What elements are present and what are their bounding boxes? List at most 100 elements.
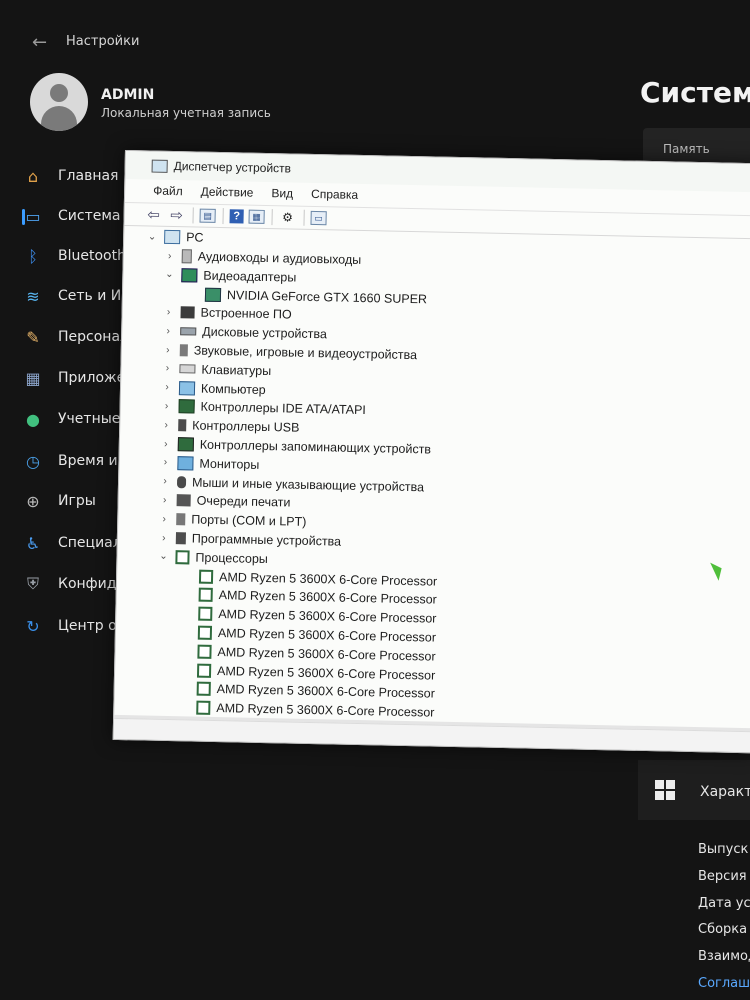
user-name: ADMIN	[101, 87, 155, 103]
tree-category[interactable]: ⌄ Процессоры	[157, 548, 268, 568]
chevron-right-icon[interactable]: ›	[162, 307, 174, 318]
disk-device-icon	[180, 327, 197, 336]
home-icon: ⌂	[27, 166, 39, 186]
tree-item-label: Мониторы	[199, 456, 260, 472]
gamepad-icon: ⊕	[26, 491, 40, 511]
chevron-right-icon[interactable]: ›	[158, 532, 170, 543]
window-title: Диспетчер устройств	[173, 159, 292, 176]
chevron-right-icon[interactable]: ›	[162, 326, 174, 337]
spec-experience-label: Взаимод	[698, 949, 750, 964]
tree-root-label: PC	[186, 230, 204, 245]
tree-category[interactable]: › Встроенное ПО	[162, 303, 292, 324]
chevron-right-icon[interactable]: ›	[161, 401, 173, 412]
clock-globe-icon: ◷	[26, 451, 40, 471]
tree-category[interactable]: › Порты (COM и LPT)	[158, 510, 306, 531]
tree-item-label: AMD Ryzen 5 3600X 6-Core Processor	[217, 626, 437, 645]
video-device-icon	[181, 268, 198, 283]
settings-title: Настройки	[66, 34, 140, 49]
chevron-right-icon[interactable]: ›	[164, 250, 176, 261]
help-icon[interactable]: ?	[229, 209, 244, 224]
tree-category[interactable]: › Контроллеры USB	[160, 416, 300, 437]
memory-card-label: Память	[663, 142, 710, 156]
chip-device-icon	[180, 306, 195, 319]
chevron-right-icon[interactable]: ›	[159, 495, 171, 506]
soft-device-icon	[175, 532, 187, 545]
wifi-icon: ≋	[26, 286, 40, 306]
tree-item-label: Контроллеры запоминающих устройств	[199, 437, 432, 457]
tree-item-label: Контроллеры USB	[192, 418, 300, 435]
scan-hardware-icon[interactable]: ⚙	[278, 208, 296, 226]
tree-item-label: AMD Ryzen 5 3600X 6-Core Processor	[216, 663, 436, 683]
forward-arrow-icon[interactable]: ⇨	[167, 206, 185, 224]
agreement-link[interactable]: Соглаш	[698, 976, 750, 991]
spec-version-label: Версия	[698, 869, 747, 884]
chevron-right-icon[interactable]: ›	[159, 476, 171, 487]
tree-category[interactable]: › Компьютер	[161, 378, 266, 398]
shield-icon: ⛨	[26, 574, 39, 593]
menu-action[interactable]: Действие	[200, 181, 254, 204]
menu-view[interactable]: Вид	[271, 182, 293, 204]
chevron-right-icon[interactable]: ›	[161, 382, 173, 393]
port-device-icon	[176, 513, 186, 526]
chevron-right-icon[interactable]: ›	[160, 419, 172, 431]
chevron-right-icon[interactable]: ›	[161, 363, 173, 374]
tree-category[interactable]: › Мониторы	[159, 454, 259, 474]
tree-category[interactable]: › Очереди печати	[158, 491, 291, 512]
menu-file[interactable]: Файл	[153, 180, 183, 203]
tree-item-label: Видеоадаптеры	[203, 268, 297, 285]
windows-logo-icon	[655, 780, 675, 800]
sound-device-icon	[179, 344, 188, 357]
tree-item-label: Звуковые, игровые и видеоустройства	[193, 343, 418, 363]
chevron-right-icon[interactable]: ›	[159, 457, 171, 468]
kbd-device-icon	[179, 364, 196, 374]
chevron-right-icon[interactable]: ›	[160, 438, 172, 449]
tree-root[interactable]: ⌄ PC	[146, 227, 204, 246]
chevron-down-icon[interactable]: ⌄	[146, 231, 158, 242]
properties-icon[interactable]: ▤	[199, 208, 216, 223]
gpu-device-icon	[204, 287, 222, 302]
chevron-down-icon[interactable]: ⌄	[163, 269, 175, 280]
sidebar-item-label: Система	[58, 208, 121, 224]
apps-icon: ▦	[25, 368, 41, 388]
tree-category[interactable]: › Дисковые устройства	[162, 322, 327, 343]
specs-title: Характ	[700, 784, 750, 800]
arrow-left-icon[interactable]: ←	[32, 32, 47, 53]
spec-install-date-label: Дата уст	[698, 896, 750, 911]
cpu-device-icon	[175, 549, 190, 565]
cpu-device-icon	[198, 606, 213, 622]
comp-device-icon	[178, 380, 196, 396]
cpu-device-icon	[197, 644, 212, 659]
tree-item-label: Программные устройства	[191, 531, 342, 549]
tree-category[interactable]: ⌄ Видеоадаптеры	[163, 266, 296, 287]
back-arrow-icon[interactable]: ⇦	[144, 205, 162, 223]
tree-item-label: AMD Ryzen 5 3600X 6-Core Processor	[217, 644, 436, 664]
cpu-device-icon	[196, 663, 212, 678]
cpu-device-icon	[197, 625, 213, 640]
chevron-right-icon[interactable]: ›	[162, 344, 174, 355]
chevron-right-icon[interactable]: ›	[158, 513, 170, 525]
update-icon: ↻	[26, 616, 40, 636]
chevron-down-icon[interactable]: ⌄	[157, 551, 169, 562]
person-icon: ●	[26, 409, 40, 429]
tree-item-label: Мыши и иные указывающие устройства	[191, 475, 425, 494]
tree-item-label: AMD Ryzen 5 3600X 6-Core Processor	[218, 588, 437, 608]
tree-item-label: Порты (COM и LPT)	[191, 512, 307, 530]
tree-item-label: Встроенное ПО	[200, 306, 292, 322]
audio-device-icon	[181, 249, 192, 264]
device-tree: ⌄ PC › Аудиовходы и аудиовыходы ⌄ Видеоадап…	[114, 227, 750, 726]
toolbar-divider	[192, 207, 194, 224]
tree-item-label: Клавиатуры	[201, 362, 272, 378]
tree-category[interactable]: › Клавиатуры	[161, 360, 272, 380]
accessibility-icon: ♿	[25, 533, 41, 553]
tree-item-label: NVIDIA GeForce GTX 1660 SUPER	[226, 287, 428, 306]
avatar[interactable]	[30, 73, 88, 131]
usb-device-icon	[178, 419, 187, 432]
tree-item-label: Очереди печати	[196, 493, 291, 510]
monitor-icon[interactable]: ▭	[310, 210, 327, 226]
view-icon[interactable]: ▦	[248, 209, 265, 224]
menu-help[interactable]: Справка	[311, 183, 359, 206]
monitor-icon: ▭	[25, 206, 41, 226]
tree-item-label: AMD Ryzen 5 3600X 6-Core Processor	[218, 569, 438, 589]
device-manager-window: Диспетчер устройств Файл Действие Вид Сп…	[112, 150, 750, 754]
tree-item-label: Контроллеры IDE ATA/ATAPI	[200, 400, 367, 418]
